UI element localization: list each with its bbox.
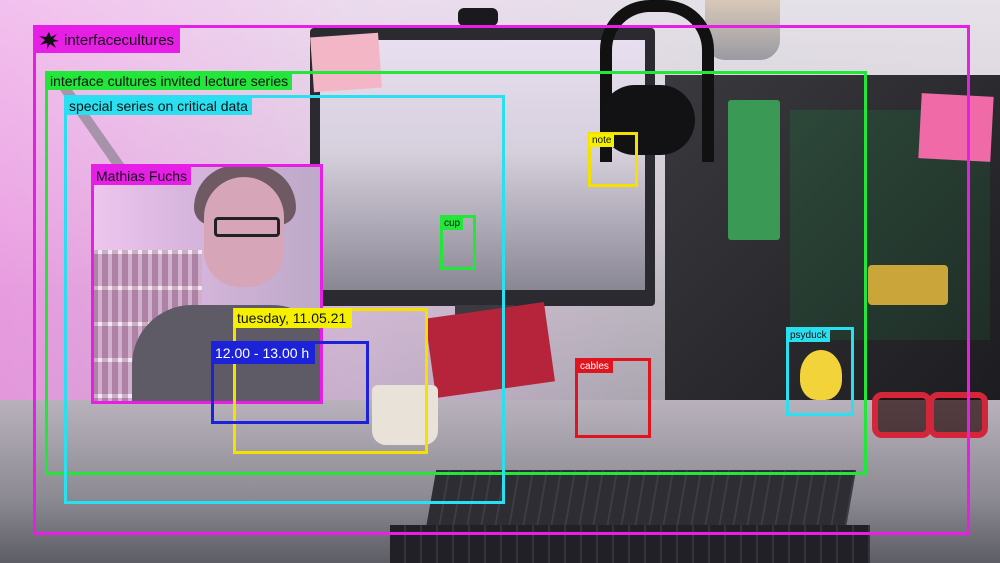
cables-label: cables bbox=[576, 360, 613, 373]
brand-label: interfacecultures bbox=[34, 27, 181, 53]
note-label: note bbox=[589, 134, 615, 147]
splat-logo-icon bbox=[39, 32, 59, 49]
webcam bbox=[458, 8, 498, 26]
psyduck-label: psyduck bbox=[787, 329, 830, 342]
cup-label: cup bbox=[441, 217, 464, 230]
special-series-label: special series on critical data bbox=[65, 96, 252, 115]
lecture-series-label: interface cultures invited lecture serie… bbox=[46, 71, 293, 90]
date-label: tuesday, 11.05.21 bbox=[234, 308, 353, 328]
brand-text: interfacecultures bbox=[64, 31, 175, 49]
speaker-name-label: Mathias Fuchs bbox=[92, 166, 192, 185]
time-label: 12.00 - 13.00 h bbox=[212, 342, 316, 364]
